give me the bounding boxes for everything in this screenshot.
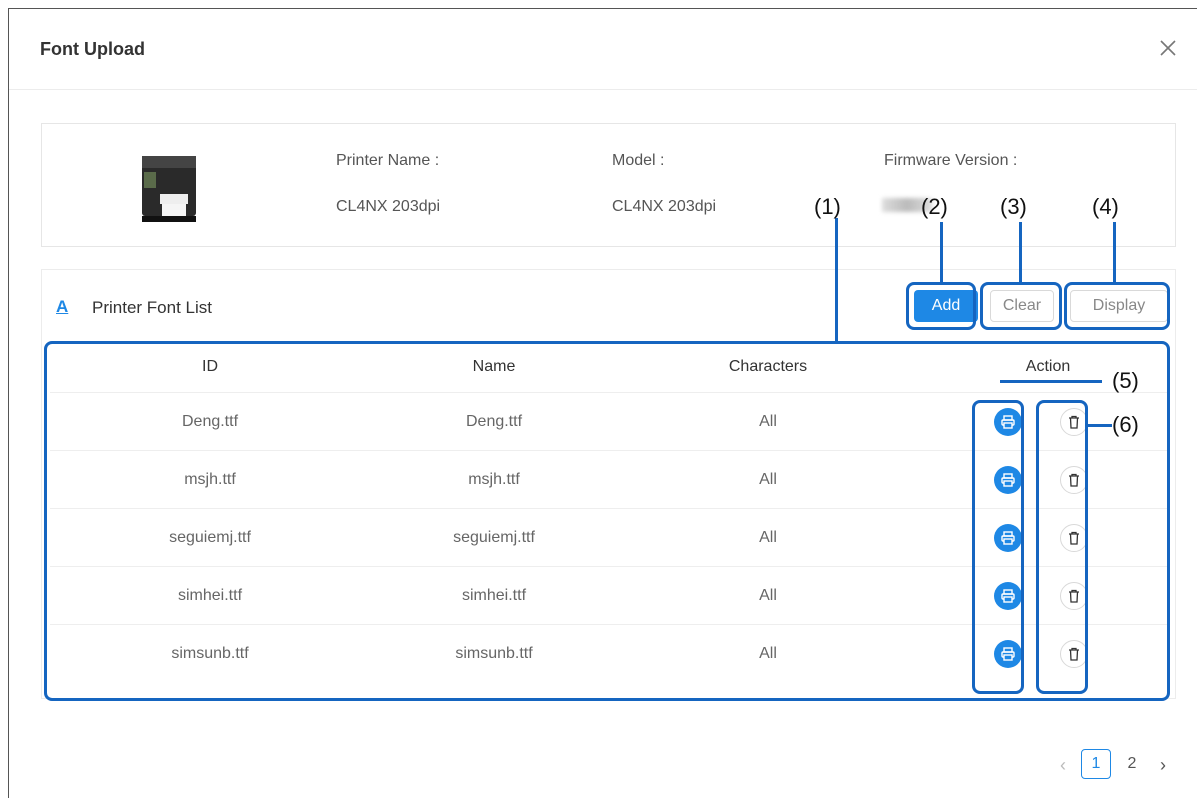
dialog-title: Font Upload (40, 39, 145, 59)
firmware-label: Firmware Version : (884, 152, 1018, 169)
model-label: Model : (612, 152, 665, 169)
font-icon: A (56, 297, 69, 316)
printer-image (132, 148, 204, 230)
annotation-box-add (906, 282, 976, 330)
annotation-leader-5 (1000, 380, 1102, 383)
callout-3: (3) (1000, 194, 1027, 219)
annotation-leader-2 (940, 222, 943, 283)
printer-name-value: CL4NX 203dpi (336, 198, 441, 215)
annotation-leader-4 (1113, 222, 1116, 283)
chevron-left-icon[interactable]: ‹ (1054, 750, 1072, 780)
annotation-box-delete-column (1036, 400, 1088, 694)
callout-5: (5) (1112, 368, 1139, 393)
callout-4: (4) (1092, 194, 1119, 219)
annotation-box-clear (980, 282, 1062, 330)
dialog-header: Font Upload (9, 9, 1197, 90)
callout-2: (2) (921, 194, 948, 219)
callout-1: (1) (814, 194, 841, 219)
annotation-box-display (1064, 282, 1170, 330)
chevron-right-icon[interactable]: › (1154, 750, 1172, 780)
close-icon[interactable] (1157, 37, 1179, 59)
printer-name-label: Printer Name : (336, 152, 440, 169)
annotation-leader-3 (1019, 222, 1022, 283)
callout-6: (6) (1112, 412, 1139, 437)
list-title: Printer Font List (92, 298, 212, 317)
printer-info-card: Printer Name : CL4NX 203dpi Model : CL4N… (41, 123, 1176, 247)
annotation-leader-1 (835, 218, 838, 342)
annotation-leader-6 (1086, 424, 1112, 427)
model-value: CL4NX 203dpi (612, 198, 717, 215)
page-2-button[interactable]: 2 (1119, 749, 1145, 779)
page-1-button[interactable]: 1 (1081, 749, 1111, 779)
annotation-box-print-column (972, 400, 1024, 694)
